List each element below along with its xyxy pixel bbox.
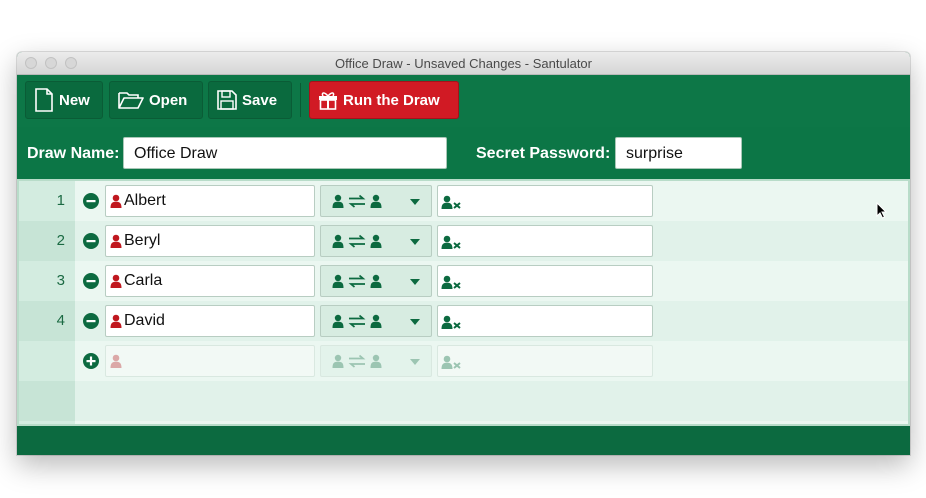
participant-name: Beryl (124, 232, 161, 249)
chevron-down-icon (410, 279, 420, 285)
exclusions-input[interactable] (437, 185, 653, 217)
participant-name-input[interactable]: Carla (105, 265, 315, 297)
relationship-selector[interactable] (320, 305, 432, 337)
secret-password-label: Secret Password: (476, 145, 611, 162)
gift-icon (319, 92, 337, 110)
toolbar-separator (300, 83, 301, 117)
relationship-selector[interactable] (320, 185, 432, 217)
person-icon (110, 314, 122, 328)
folder-open-icon (118, 92, 144, 109)
person-icon (110, 194, 122, 208)
new-participant-exclusions-input[interactable] (437, 345, 653, 377)
chevron-down-icon (410, 359, 420, 365)
status-bar (17, 426, 910, 455)
empty-row (19, 381, 908, 421)
minus-circle-icon[interactable] (83, 313, 99, 329)
user-exclude-icon (441, 275, 461, 289)
participant-name-input[interactable]: Beryl (105, 225, 315, 257)
new-participant-row (19, 341, 908, 381)
run-the-draw-label: Run the Draw (343, 91, 440, 109)
mouse-pointer-icon (876, 202, 887, 219)
person-icon (110, 354, 122, 368)
open-button[interactable]: Open (109, 81, 203, 119)
new-participant-selector[interactable] (320, 345, 432, 377)
participant-row: 4 David (19, 301, 908, 341)
participant-name: Albert (124, 192, 166, 209)
title-bar: Office Draw - Unsaved Changes - Santulat… (17, 52, 910, 75)
minus-circle-icon[interactable] (83, 273, 99, 289)
chevron-down-icon (410, 199, 420, 205)
users-swap-icon (332, 314, 382, 328)
plus-circle-icon[interactable] (83, 353, 99, 369)
new-button-label: New (59, 91, 90, 109)
users-swap-icon (332, 234, 382, 248)
row-number: 2 (56, 232, 65, 249)
exclusions-input[interactable] (437, 225, 653, 257)
exclusions-input[interactable] (437, 265, 653, 297)
chevron-down-icon (410, 319, 420, 325)
minus-circle-icon[interactable] (83, 233, 99, 249)
user-exclude-icon (441, 235, 461, 249)
secret-password-input[interactable]: surprise (615, 137, 742, 169)
save-button-label: Save (242, 91, 278, 109)
app-window: Office Draw - Unsaved Changes - Santulat… (17, 52, 910, 455)
open-button-label: Open (149, 91, 188, 109)
person-icon (110, 234, 122, 248)
user-exclude-icon (441, 355, 461, 369)
users-swap-icon (332, 354, 382, 368)
user-exclude-icon (441, 195, 461, 209)
participant-row: 3 Carla (19, 261, 908, 301)
toolbar: New Open Save Run the Draw (17, 75, 910, 127)
chevron-down-icon (410, 239, 420, 245)
minus-circle-icon[interactable] (83, 193, 99, 209)
relationship-selector[interactable] (320, 225, 432, 257)
participant-name: David (124, 312, 165, 329)
row-number: 1 (56, 192, 65, 209)
document-icon (35, 88, 53, 112)
user-exclude-icon (441, 315, 461, 329)
draw-name-label: Draw Name: (27, 145, 120, 162)
participants-table: 1 Albert 2 Beryl 3 Carla 4 David (17, 179, 910, 426)
participant-name-input[interactable]: David (105, 305, 315, 337)
person-icon (110, 274, 122, 288)
row-number: 3 (56, 272, 65, 289)
draw-name-input[interactable]: Office Draw (123, 137, 447, 169)
relationship-selector[interactable] (320, 265, 432, 297)
new-button[interactable]: New (25, 81, 103, 119)
save-button[interactable]: Save (208, 81, 292, 119)
window-title: Office Draw - Unsaved Changes - Santulat… (335, 56, 592, 71)
participant-row: 1 Albert (19, 181, 908, 221)
new-participant-name-input[interactable] (105, 345, 315, 377)
users-swap-icon (332, 274, 382, 288)
users-swap-icon (332, 194, 382, 208)
participant-row: 2 Beryl (19, 221, 908, 261)
participant-name-input[interactable]: Albert (105, 185, 315, 217)
row-number: 4 (56, 312, 65, 329)
floppy-disk-icon (217, 90, 237, 110)
run-the-draw-button[interactable]: Run the Draw (309, 81, 459, 119)
draw-settings-bar: Draw Name: Office Draw Secret Password: … (17, 127, 910, 179)
exclusions-input[interactable] (437, 305, 653, 337)
participant-name: Carla (124, 272, 163, 289)
